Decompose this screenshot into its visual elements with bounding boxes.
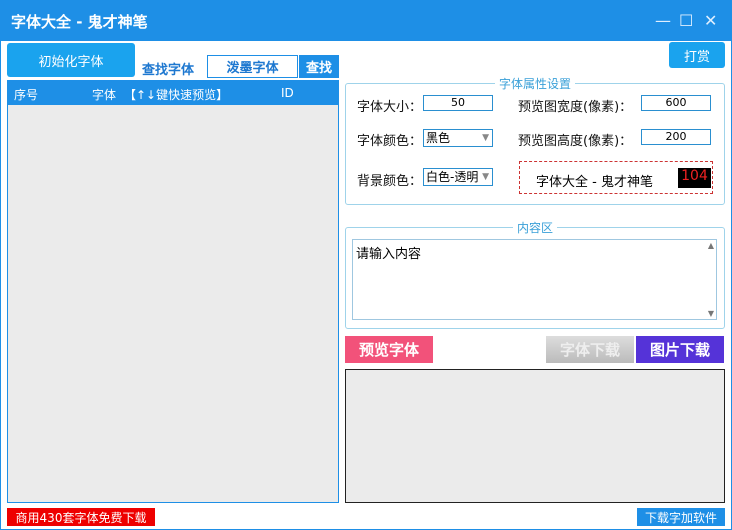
table-header: 序号 字体 【↑↓键快速预览】 ID	[8, 81, 338, 105]
chevron-down-icon: ▼	[482, 133, 489, 143]
scroll-down-icon[interactable]: ▼	[708, 309, 714, 318]
bg-color-value: 白色-透明	[426, 170, 479, 184]
close-icon[interactable]: ✕	[704, 11, 717, 30]
col-id: ID	[281, 86, 294, 100]
bg-color-select[interactable]: 白色-透明 ▼	[423, 168, 493, 186]
bg-label: 背景颜色：	[357, 174, 423, 189]
find-font-label: 查找字体	[142, 63, 195, 78]
preview-font-button[interactable]: 预览字体	[345, 336, 433, 363]
col-index: 序号	[14, 88, 39, 102]
reward-button[interactable]: 打赏	[669, 42, 725, 68]
maximize-icon[interactable]: ☐	[679, 11, 693, 30]
content-text: 请输入内容	[356, 247, 422, 262]
content-textarea[interactable]: 请输入内容 ▲ ▼	[352, 239, 717, 320]
font-download-button[interactable]: 字体下载	[546, 336, 634, 363]
preview-image-area	[345, 369, 725, 503]
properties-legend: 字体属性设置	[498, 77, 571, 91]
search-button[interactable]: 查找	[299, 55, 339, 78]
download-software-link[interactable]: 下载字加软件	[637, 508, 725, 526]
init-fonts-button[interactable]: 初始化字体	[7, 43, 135, 77]
scroll-up-icon[interactable]: ▲	[708, 241, 714, 250]
chevron-down-icon: ▼	[482, 172, 489, 182]
window-title: 字体大全 - 鬼才神笔	[11, 13, 148, 31]
app-window: 字体大全 - 鬼才神笔 — ☐ ✕ 初始化字体 查找字体 泼墨字体 查找 打赏 …	[0, 0, 732, 530]
minimize-icon[interactable]: —	[655, 11, 671, 30]
font-list-table[interactable]: 序号 字体 【↑↓键快速预览】 ID	[7, 80, 339, 503]
height-label: 预览图高度(像素)：	[518, 134, 633, 149]
preview-height-input[interactable]: 200	[641, 129, 711, 145]
content-legend: 内容区	[516, 221, 553, 235]
search-input[interactable]: 泼墨字体	[207, 55, 298, 78]
image-download-button[interactable]: 图片下载	[636, 336, 724, 363]
sample-number: 104	[678, 168, 711, 188]
sample-preview: 字体大全 - 鬼才神笔 104	[519, 161, 713, 194]
size-label: 字体大小：	[357, 100, 423, 115]
color-label: 字体颜色：	[357, 134, 423, 149]
font-size-input[interactable]: 50	[423, 95, 493, 111]
col-hint: 【↑↓键快速预览】	[124, 88, 229, 102]
sample-text: 字体大全 - 鬼才神笔	[536, 175, 653, 190]
width-label: 预览图宽度(像素)：	[518, 100, 633, 115]
preview-width-input[interactable]: 600	[641, 95, 711, 111]
font-color-select[interactable]: 黑色 ▼	[423, 129, 493, 147]
title-bar: 字体大全 - 鬼才神笔 — ☐ ✕	[1, 1, 732, 41]
promo-link[interactable]: 商用430套字体免费下载	[7, 508, 155, 526]
col-font: 字体	[92, 88, 117, 102]
font-color-value: 黑色	[426, 131, 451, 145]
